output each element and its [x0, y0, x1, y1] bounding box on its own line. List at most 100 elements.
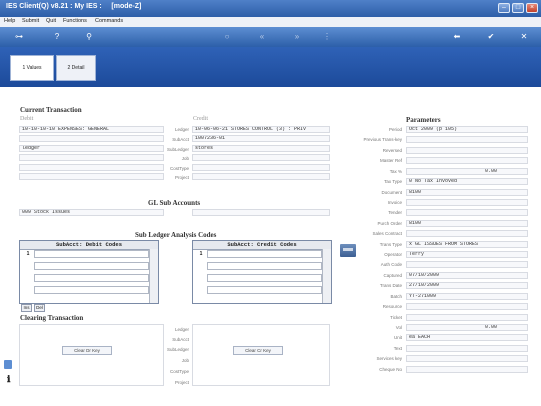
credit-codes-grid: SubAcct: Credit Codes 1: [192, 240, 332, 304]
tab-detail-label: 2 Detail: [67, 65, 85, 71]
search-icon[interactable]: ⚲: [82, 31, 96, 43]
credit-subacct-field[interactable]: 1007236-01: [192, 135, 330, 142]
param-field[interactable]: [406, 136, 528, 143]
param-field[interactable]: [406, 314, 528, 321]
debit-code-row[interactable]: [34, 274, 149, 282]
param-field[interactable]: ea EACH: [406, 334, 528, 341]
param-label: Purch Order: [377, 221, 402, 226]
param-field[interactable]: [406, 209, 528, 216]
debit-ledger-field[interactable]: 10-10-10-10 EXPENSES: GENERAL: [19, 126, 164, 133]
cycle-icon[interactable]: ○: [220, 31, 234, 43]
param-field[interactable]: 8100: [406, 220, 528, 227]
credit-code-row[interactable]: [207, 286, 322, 294]
insert-row-button[interactable]: Ins: [21, 304, 32, 312]
param-label: Tax Type: [384, 179, 402, 184]
credit-code-row[interactable]: [207, 274, 322, 282]
debit-code-row[interactable]: [34, 286, 149, 294]
param-label: Trans Date: [379, 283, 402, 288]
menu-commands[interactable]: Commands: [95, 18, 123, 24]
debit-codes-grid: SubAcct: Debit Codes 1: [19, 240, 159, 304]
info-icon[interactable]: ℹ: [7, 374, 10, 385]
menu-quit[interactable]: Quit: [46, 18, 56, 24]
key-icon[interactable]: ⊶: [8, 31, 30, 43]
param-label: Trans Type: [379, 242, 402, 247]
credit-codes-column-header: SubAcct: Credit Codes: [193, 241, 331, 250]
param-field[interactable]: 0.00: [406, 168, 528, 175]
param-field[interactable]: 07/10/2009: [406, 272, 528, 279]
confirm-icon[interactable]: ✔: [484, 31, 498, 43]
param-field[interactable]: 0 No Tax Invoved: [406, 178, 528, 185]
cancel-icon[interactable]: ✕: [517, 31, 531, 43]
delete-row-button[interactable]: Del: [34, 304, 45, 312]
clearing-subledger-label: SubLedger: [166, 347, 189, 352]
gl-sub-debit-field[interactable]: 009 Stock Issues: [19, 209, 164, 216]
param-label: Batch: [390, 294, 402, 299]
last-record-icon[interactable]: »: [290, 31, 304, 43]
nav-icon[interactable]: ⋮: [320, 31, 334, 43]
title-bar: IES Client(Q) v8.21 : My IES : [mode-Z] …: [0, 0, 541, 17]
param-field[interactable]: 0.00: [406, 324, 528, 331]
maximize-button[interactable]: □: [512, 3, 524, 13]
clear-cr-key-button[interactable]: Clear Cr Key: [233, 346, 283, 355]
credit-code-row[interactable]: [207, 262, 322, 270]
subacct-label: SubAcct: [172, 137, 189, 142]
param-label: Services key: [376, 356, 402, 361]
debit-subacct-field[interactable]: [19, 135, 164, 142]
param-field[interactable]: [406, 157, 528, 164]
param-field[interactable]: [406, 147, 528, 154]
param-field[interactable]: YT-271009: [406, 293, 528, 300]
debit-job-field[interactable]: [19, 154, 164, 161]
debit-project-field[interactable]: [19, 173, 164, 180]
param-field[interactable]: x GL ISSUES FROM STORES: [406, 241, 528, 248]
tab-detail[interactable]: 2 Detail: [56, 55, 96, 81]
gl-sub-credit-field[interactable]: [192, 209, 330, 216]
param-field[interactable]: [406, 303, 528, 310]
credit-project-field[interactable]: [192, 173, 330, 180]
first-record-icon[interactable]: «: [255, 31, 269, 43]
debit-grid-scrollbar[interactable]: [149, 249, 158, 303]
debit-subledger-field[interactable]: ledger: [19, 145, 164, 152]
clearing-costtype-label: CostType: [169, 369, 189, 374]
minimize-button[interactable]: –: [498, 3, 510, 13]
current-transaction-heading: Current Transaction: [20, 106, 82, 114]
param-field[interactable]: [406, 345, 528, 352]
param-field[interactable]: 27/10/2009: [406, 282, 528, 289]
param-field[interactable]: [406, 230, 528, 237]
debit-codes-column-header: SubAcct: Debit Codes: [20, 241, 158, 250]
param-field[interactable]: 8100: [406, 189, 528, 196]
param-label: Captured: [383, 273, 402, 278]
status-icon[interactable]: [4, 360, 12, 369]
sub-ledger-analysis-heading: Sub Ledger Analysis Codes: [135, 231, 217, 239]
param-field[interactable]: Terry: [406, 251, 528, 258]
clearing-job-label: Job: [181, 358, 189, 363]
window-title: IES Client(Q) v8.21 : My IES : [mode-Z]: [6, 3, 142, 10]
tab-values[interactable]: 1 Values: [10, 55, 54, 81]
credit-ledger-field[interactable]: 10-06-06-21 STORES CONTROL (3) : PRIV: [192, 126, 330, 133]
param-field[interactable]: [406, 199, 528, 206]
credit-code-row[interactable]: [207, 250, 322, 258]
close-button[interactable]: ×: [526, 3, 538, 13]
debit-code-row[interactable]: [34, 250, 149, 258]
menu-help[interactable]: Help: [4, 18, 15, 24]
parameters-list: Period Oct 2009 (p 105) Previous Trans-key…: [330, 126, 530, 376]
toolbar: ⊶ ? ⚲ ○ « » ⋮ ⬅ ✔ ✕: [0, 27, 541, 47]
credit-subledger-field[interactable]: stores: [192, 145, 330, 152]
credit-costtype-field[interactable]: [192, 164, 330, 171]
back-icon[interactable]: ⬅: [450, 31, 464, 43]
menu-functions[interactable]: Functions: [63, 18, 87, 24]
param-field[interactable]: [406, 355, 528, 362]
param-label: Period: [388, 127, 402, 132]
debit-row-number: 1: [26, 251, 30, 257]
debit-costtype-field[interactable]: [19, 164, 164, 171]
gl-sub-accounts-heading: GL Sub Accounts: [148, 199, 201, 207]
param-field[interactable]: [406, 366, 528, 373]
clearing-credit-panel: [192, 324, 330, 386]
param-field[interactable]: Oct 2009 (p 105): [406, 126, 528, 133]
credit-job-field[interactable]: [192, 154, 330, 161]
debit-code-row[interactable]: [34, 262, 149, 270]
param-label: Resource: [382, 304, 402, 309]
menu-submit[interactable]: Submit: [22, 18, 39, 24]
help-icon[interactable]: ?: [50, 31, 64, 43]
param-field[interactable]: [406, 261, 528, 268]
clear-dr-key-button[interactable]: Clear Dr Key: [62, 346, 112, 355]
